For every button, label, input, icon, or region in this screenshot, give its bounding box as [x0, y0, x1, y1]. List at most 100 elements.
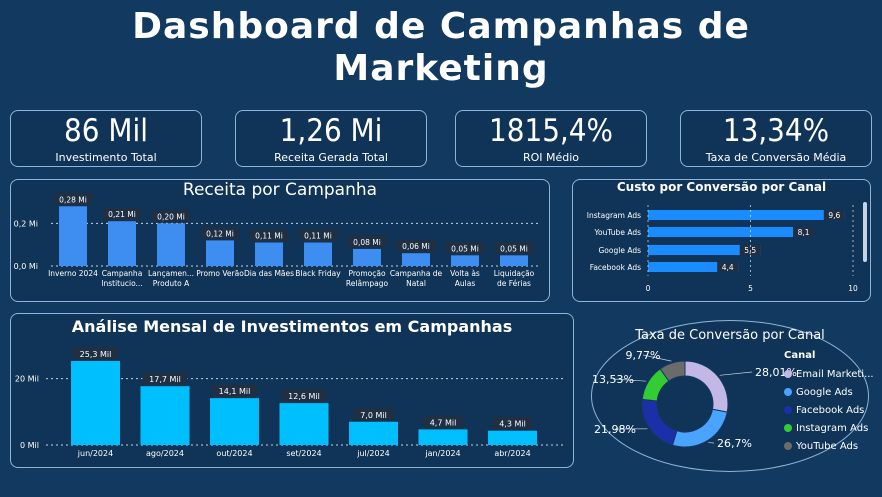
bar [108, 221, 136, 266]
cost-per-conversion-panel[interactable]: Custo por Conversão por Canal Instagram … [572, 179, 871, 302]
data-label: 4,7 Mil [430, 418, 457, 427]
y-tick-label: Facebook Ads [590, 263, 641, 272]
kpi-card-investimento[interactable]: 86 Mil Investimento Total [10, 110, 202, 167]
bar [206, 240, 234, 266]
bar [402, 253, 430, 266]
x-tick-label: jan/2024 [424, 449, 460, 458]
x-tick-label: Dia das Mães [244, 269, 294, 278]
legend-item[interactable]: YouTube Ads [784, 437, 874, 455]
x-tick-label: 0 [646, 284, 651, 293]
legend-dot [784, 424, 792, 432]
data-label: 8,1 [798, 228, 810, 237]
x-tick-label: Volta às [450, 269, 480, 278]
data-label: 4,3 Mil [499, 420, 526, 429]
scrollbar[interactable] [863, 202, 867, 262]
kpi-card-receita[interactable]: 1,26 Mi Receita Gerada Total [235, 110, 427, 167]
y-tick-label: 0,0 Mi [14, 262, 38, 271]
data-label: 0,11 Mi [255, 232, 283, 241]
data-label: 9,6 [828, 211, 840, 220]
kpi-value: 1815,4% [488, 113, 614, 149]
y-tick-label: 0 Mil [20, 441, 39, 450]
x-tick-label: Campanha de [390, 269, 443, 278]
data-label: 0,11 Mi [304, 232, 332, 241]
legend-label: Google Ads [796, 386, 853, 398]
bar [488, 430, 537, 445]
kpi-label: ROI Médio [522, 151, 580, 164]
bar [59, 206, 87, 266]
legend-item[interactable]: Google Ads [784, 383, 874, 401]
legend-label: YouTube Ads [796, 440, 859, 452]
conversion-chart-title: Taxa de Conversão por Canal [635, 328, 825, 343]
kpi-card-taxa-conversao[interactable]: 13,34% Taxa de Conversão Média [680, 110, 872, 167]
data-label: 0,20 Mi [157, 212, 185, 221]
y-tick-label: 20 Mil [15, 375, 39, 384]
bar [304, 242, 332, 266]
kpi-label: Investimento Total [55, 151, 157, 164]
x-tick-label: Produto A [153, 279, 190, 288]
legend-dot [784, 388, 792, 396]
y-tick-label: Instagram Ads [587, 211, 641, 220]
data-label: 14,1 Mil [219, 387, 251, 396]
x-tick-label: 10 [848, 284, 858, 293]
data-label: 0,06 Mi [402, 242, 430, 251]
bar [648, 227, 815, 237]
x-tick-label: Black Friday [295, 269, 341, 278]
kpi-label: Receita Gerada Total [274, 151, 388, 164]
x-tick-label: de Férias [497, 279, 531, 288]
legend-dot [784, 370, 792, 378]
data-label: 17,7 Mil [149, 375, 181, 384]
legend-item[interactable]: Instagram Ads [784, 419, 874, 437]
x-tick-label: Campanha [102, 269, 143, 278]
x-tick-label: ago/2024 [146, 449, 184, 458]
legend-item[interactable]: Email Marketi... [784, 365, 874, 383]
legend-label: Email Marketi... [796, 368, 874, 380]
kpi-card-roi[interactable]: 1815,4% ROI Médio [455, 110, 647, 167]
data-label: 0,21 Mi [108, 210, 136, 219]
data-label: 0,12 Mi [206, 229, 234, 238]
dashboard-title: Dashboard de Campanhas de Marketing [0, 6, 882, 90]
legend-item[interactable]: Facebook Ads [784, 401, 874, 419]
bar [210, 398, 259, 445]
title-line-2: Marketing [333, 48, 549, 89]
x-tick-label: Relâmpago [346, 279, 389, 288]
bar [140, 386, 190, 445]
x-tick-label: Institucio... [101, 279, 142, 288]
x-tick-label: 5 [748, 284, 753, 293]
data-label: 0,05 Mi [500, 244, 528, 253]
kpi-label: Taxa de Conversão Média [705, 151, 847, 164]
x-tick-label: Promo Verão [196, 269, 244, 278]
monthly-chart: 20 Mil 0 Mil 25,3 Mil jun/2024 17,7 Mil ago/2… [15, 346, 566, 458]
x-tick-label: Liquidação [494, 269, 535, 278]
data-label: 0,05 Mi [451, 244, 479, 253]
revenue-chart: 0,2 Mi 0,0 Mi 0,28 Mi Inverno 2024 0,21 Mi Ca… [14, 192, 541, 288]
bar [500, 255, 528, 266]
x-tick-label: abr/2024 [494, 449, 530, 458]
y-tick-label: 0,2 Mi [14, 219, 38, 228]
y-tick-label: YouTube Ads [593, 228, 641, 237]
data-label: 25,3 Mil [80, 350, 112, 359]
legend-label: Facebook Ads [796, 404, 865, 416]
monthly-investment-panel[interactable]: Análise Mensal de Investimentos em Campa… [10, 313, 574, 468]
cost-chart: Instagram Ads 9,6 YouTube Ads 8,1 Google Ads… [587, 205, 858, 293]
kpi-value: 1,26 Mi [279, 113, 383, 149]
x-tick-label: jul/2024 [356, 449, 390, 458]
kpi-value: 86 Mil [64, 113, 148, 149]
bar [353, 248, 381, 266]
data-label: 12,6 Mil [288, 392, 320, 401]
title-line-1: Dashboard de Campanhas de [132, 6, 750, 47]
kpi-value: 13,34% [722, 113, 830, 149]
data-label: 0,08 Mi [353, 238, 381, 247]
x-tick-label: jun/2024 [77, 449, 113, 458]
x-tick-label: Inverno 2024 [48, 269, 98, 278]
x-tick-label: Promoção [348, 269, 386, 278]
data-label: 0,28 Mi [59, 195, 87, 204]
bar [71, 360, 120, 445]
revenue-by-campaign-panel[interactable]: Receita por Campanha 0,2 Mi 0,0 Mi 0,28 Mi… [10, 179, 550, 302]
legend-dot [784, 406, 792, 414]
bar [157, 223, 185, 266]
x-tick-label: Natal [406, 279, 426, 288]
legend-dot [784, 442, 792, 450]
bar [418, 429, 468, 445]
legend-title: Canal [784, 350, 816, 361]
bar [255, 242, 283, 266]
